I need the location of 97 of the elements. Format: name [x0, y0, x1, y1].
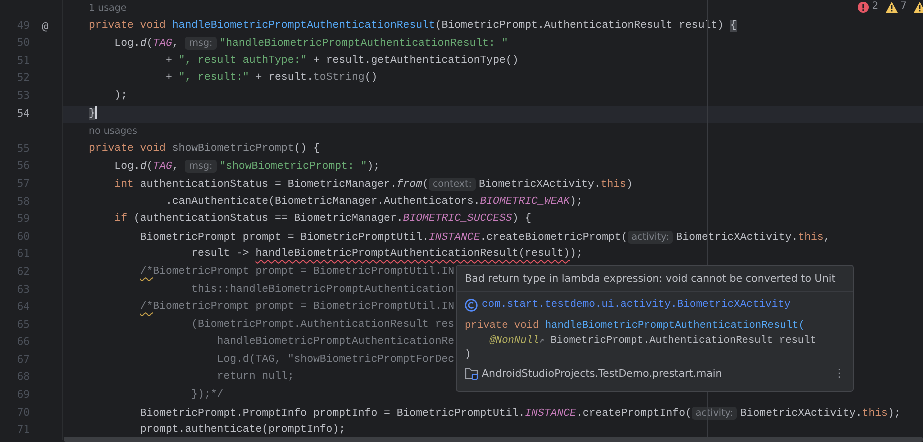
matched-brace: { — [730, 20, 737, 32]
constant-name: TAG — [153, 161, 172, 174]
code-text: ( — [146, 38, 154, 50]
keyword: int — [114, 178, 135, 191]
problem-count: 7 — [900, 1, 907, 13]
keyword: private void — [89, 20, 167, 32]
warning-icon[interactable] — [914, 2, 923, 12]
code-text: Log. — [114, 161, 140, 174]
code-text: .canAuthenticate(BiometricManager.Authenticators. — [166, 196, 480, 208]
error-message: Bad return type in lambda expression: void cannot be converted to Unit — [457, 266, 853, 292]
code-text: result -> — [192, 248, 250, 260]
code-text: (authenticationStatus == BiometricManager. — [134, 213, 404, 226]
method-name: handleBiometricPromptAuthenticationResult( — [545, 320, 805, 332]
matched-brace: } — [89, 108, 96, 120]
code-comment: return null; — [217, 371, 294, 384]
code-text: BiometricPrompt.PromptInfo promptInfo = BiometricPromptUtil. — [140, 408, 526, 420]
folder-icon — [465, 367, 479, 380]
keyword: private void — [465, 320, 540, 332]
warning-icon[interactable] — [886, 2, 898, 12]
unused-name: toString — [314, 72, 365, 84]
unused-name: showBiometricPrompt — [172, 142, 294, 155]
class-icon — [465, 298, 478, 312]
external-link-icon[interactable]: ↗ — [539, 336, 545, 346]
code-text: , — [824, 232, 830, 244]
method-name: handleBiometricPromptAuthenticationResult — [172, 20, 436, 32]
usage-hint[interactable]: 1 usage — [89, 3, 127, 14]
gutter-marker[interactable]: @ — [42, 18, 49, 36]
code-text: , — [172, 38, 180, 50]
constant-name: BIOMETRIC_SUCCESS — [403, 213, 512, 226]
constant-name: INSTANCE — [428, 232, 480, 244]
code-text: + — [166, 54, 174, 67]
code-text: ( — [422, 178, 429, 191]
keyword: this — [600, 178, 626, 191]
annotation: @NonNull — [488, 334, 540, 346]
code-text: ); — [367, 161, 380, 174]
keyword: if — [114, 213, 128, 226]
parameter-hint: activity: — [692, 406, 738, 420]
code-text: ) — [626, 178, 633, 191]
code-text: BiometricXActivity. — [676, 232, 798, 244]
usage-hint[interactable]: no usages — [89, 126, 138, 138]
code-text: BiometricXActivity. — [740, 408, 862, 420]
constant-name: TAG — [153, 38, 172, 50]
keyword: this — [862, 408, 888, 420]
class-link[interactable]: com.start.testdemo.ui.activity.BiometricXActivity — [482, 299, 791, 311]
code-text: + result. — [256, 72, 314, 84]
keyword: private void — [89, 142, 167, 155]
code-text: Log. — [114, 38, 140, 50]
parameter-hint: context: — [428, 178, 476, 191]
code-text: BiometricXActivity. — [478, 178, 601, 191]
code-text: , — [172, 161, 180, 174]
horizontal-scrollbar[interactable] — [64, 437, 923, 442]
code-text: ) — [465, 349, 472, 361]
code-text: + — [166, 72, 174, 84]
parameter-hint: activity: — [628, 230, 674, 244]
code-text: ); — [888, 408, 901, 420]
code-comment: BiometricPrompt prompt = BiometricPromptUtil.IN — [153, 266, 455, 278]
code-text: authenticationStatus = BiometricManager. — [140, 178, 397, 191]
code-text: ( — [146, 161, 154, 174]
code-comment: handleBiometricPromptAuthenticationRe — [217, 336, 455, 348]
constant-name: INSTANCE — [525, 408, 576, 420]
error-code: handleBiometricPromptAuthenticationResult(result) — [256, 248, 570, 260]
static-method: from — [396, 178, 423, 191]
code-comment: this::handleBiometricPromptAuthentication — [192, 284, 455, 296]
code-text: prompt.authenticate(promptInfo); — [140, 424, 346, 436]
code-text: + result.getAuthenticationType() — [314, 54, 519, 67]
line-number: 54 — [16, 106, 30, 122]
code-comment: });*/ — [192, 389, 224, 402]
code-text: ); — [114, 90, 128, 102]
string-literal: "showBiometricPrompt: " — [220, 161, 368, 174]
more-menu[interactable]: ⋮ — [834, 367, 845, 380]
module-name: AndroidStudioProjects.TestDemo.prestart.main — [482, 368, 722, 380]
code-text: BiometricPrompt prompt = BiometricPromptUtil. — [140, 232, 429, 244]
static-method: d — [140, 38, 147, 50]
code-text: ) { — [512, 213, 532, 226]
code-comment: Log.d(TAG, "showBiometricPromptForDec — [217, 354, 455, 366]
code-text: ); — [570, 248, 583, 260]
text-cursor — [95, 106, 97, 120]
static-method: d — [140, 161, 147, 174]
code-comment: (BiometricPrompt.AuthenticationResult res — [192, 318, 455, 331]
problem-count: 2 — [872, 1, 879, 13]
parameter-hint: msg: — [185, 37, 217, 50]
code-comment: BiometricPrompt prompt = BiometricPromptUtil.IN — [153, 301, 455, 314]
code-text: .createBiometricPrompt( — [480, 232, 628, 244]
string-literal: ", result authType:" — [178, 54, 308, 67]
keyword: this — [798, 232, 824, 244]
code-text: ); — [570, 196, 583, 208]
string-literal: "handleBiometricPromptAuthenticationResult: " — [220, 38, 508, 50]
string-literal: ", result:" — [178, 72, 250, 84]
comment-start: /* — [140, 301, 154, 314]
code-text: .createPromptInfo( — [576, 408, 692, 420]
comment-start: /* — [140, 266, 154, 278]
parameter-hint: msg: — [185, 160, 217, 174]
code-text: () { — [294, 142, 320, 155]
error-icon[interactable] — [858, 2, 870, 12]
code-text: () — [364, 72, 378, 84]
code-text: BiometricPrompt.AuthenticationResult result — [550, 334, 816, 346]
constant-name: BIOMETRIC_WEAK — [480, 196, 570, 208]
